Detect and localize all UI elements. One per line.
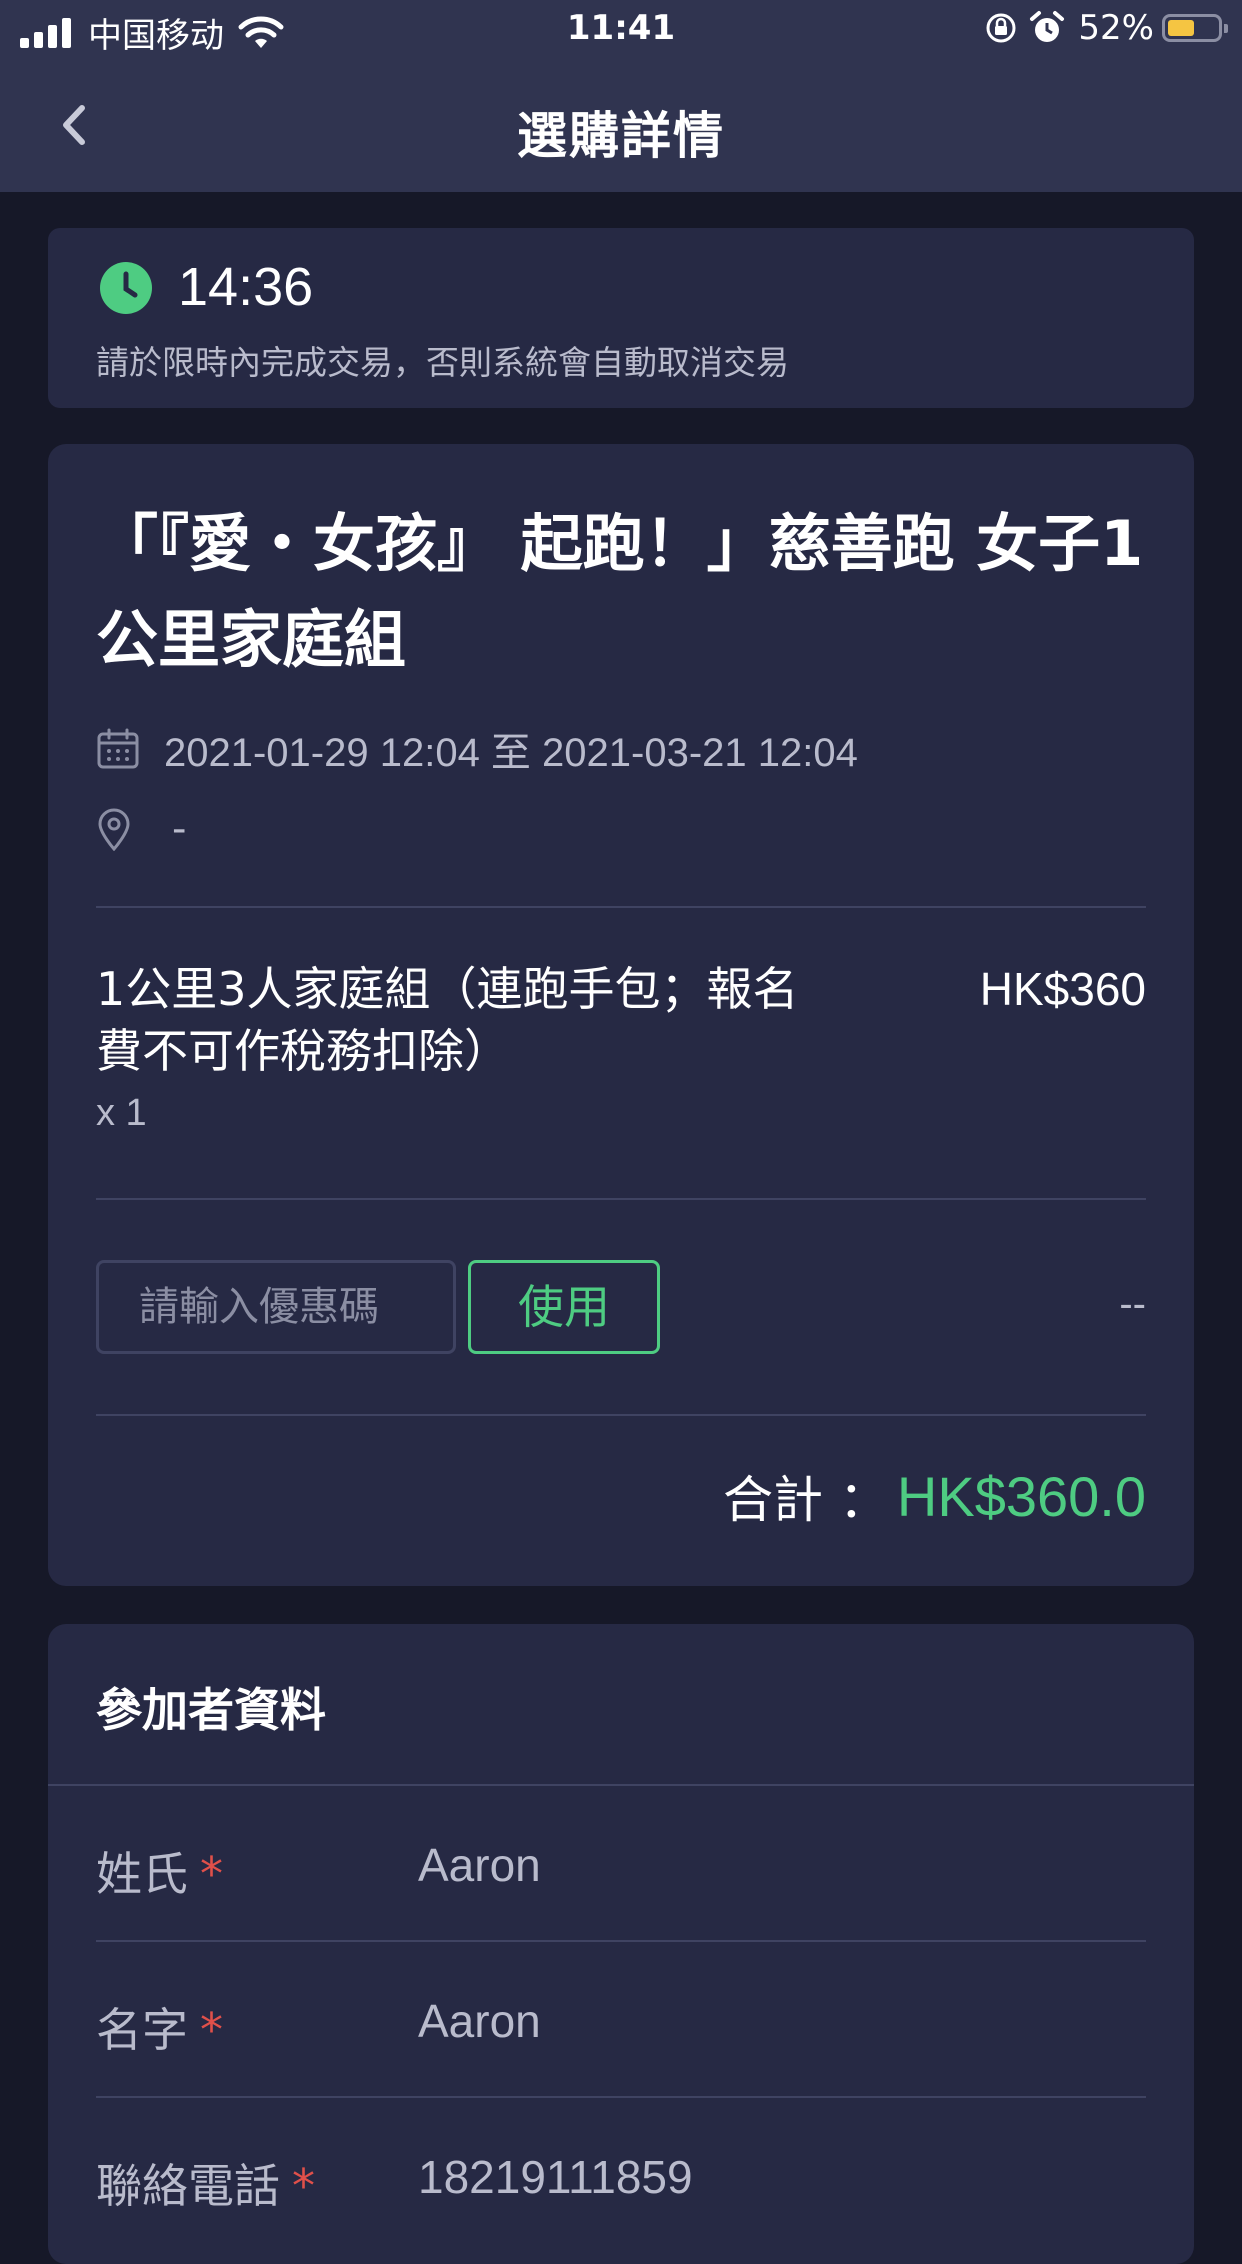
total-label: 合計 ： [723,1471,889,1529]
event-date-range: 2021-01-29 12:04 至 2021-03-21 12:04 [164,731,858,775]
participant-card: 參加者資料 姓氏 * Aaron 名字 * Aaron 聯絡電話 * 18219111… [48,1624,1194,2264]
discount-value: -- [1119,1282,1146,1326]
ticket-item-name: 1公里3人家庭組（連跑手包；報名費不可作稅務扣除） [96,962,799,1078]
given-name-value[interactable]: Aaron [418,1994,541,2048]
battery-fill [1168,20,1194,36]
phone-field[interactable]: 聯絡電話 * 18219111859 [96,2098,1146,2254]
event-title: 「『愛・女孩』 起跑！」慈善跑 女子1公里家庭組 [96,507,1144,676]
timer-note: 請於限時內完成交易，否則系統會自動取消交易 [96,343,789,382]
battery-cap [1224,24,1228,33]
clock-icon [100,262,152,314]
date-row: 2021-01-29 12:04 至 2021-03-21 12:04 [96,720,858,778]
orientation-lock-icon [986,13,1016,43]
field-label-text: 姓氏 [96,1847,188,1901]
divider [96,1198,1146,1200]
location-row: - [96,806,186,852]
given-name-field[interactable]: 名字 * Aaron [96,1942,1146,2098]
alarm-icon [1030,11,1065,42]
battery-percent: 52% [1078,8,1154,48]
order-card: 「『愛・女孩』 起跑！」慈善跑 女子1公里家庭組 2021-01-29 12:0… [48,444,1194,1586]
nav-bar: 選購詳情 [0,62,1242,192]
field-label: 姓氏 * [96,1838,223,1904]
required-mark: * [292,2159,315,2213]
required-mark: * [200,2003,223,2057]
page-title: 選購詳情 [517,107,725,165]
divider [96,906,1146,908]
total-row: 合計 ： HK$360.0 [723,1460,1146,1532]
location-pin-icon [98,808,130,851]
ticket-item-quantity: x 1 [96,1092,147,1134]
ticket-item-price: HK$360 [979,963,1146,1015]
surname-value[interactable]: Aaron [418,1838,541,1892]
field-label-text: 聯絡電話 [96,2159,280,2213]
countdown-timer: 14:36 [178,257,314,317]
divider [96,1414,1146,1416]
required-mark: * [200,1847,223,1901]
phone-value[interactable]: 18219111859 [418,2150,693,2204]
field-label: 名字 * [96,1994,223,2060]
apply-coupon-button[interactable]: 使用 [468,1260,660,1354]
field-label: 聯絡電話 * [96,2150,315,2216]
total-amount: HK$360.0 [896,1464,1146,1528]
status-bar: 中国移动 11:41 52% [0,0,1242,62]
coupon-code-input[interactable] [96,1260,456,1354]
calendar-icon [97,728,139,769]
status-right: 52% [984,8,1228,48]
timer-card: 14:36 請於限時內完成交易，否則系統會自動取消交易 [48,228,1194,408]
field-label-text: 名字 [96,2003,188,2057]
event-location: - [172,806,187,852]
surname-field[interactable]: 姓氏 * Aaron [96,1786,1146,1942]
battery-icon [1162,14,1228,42]
section-title: 參加者資料 [96,1683,326,1737]
